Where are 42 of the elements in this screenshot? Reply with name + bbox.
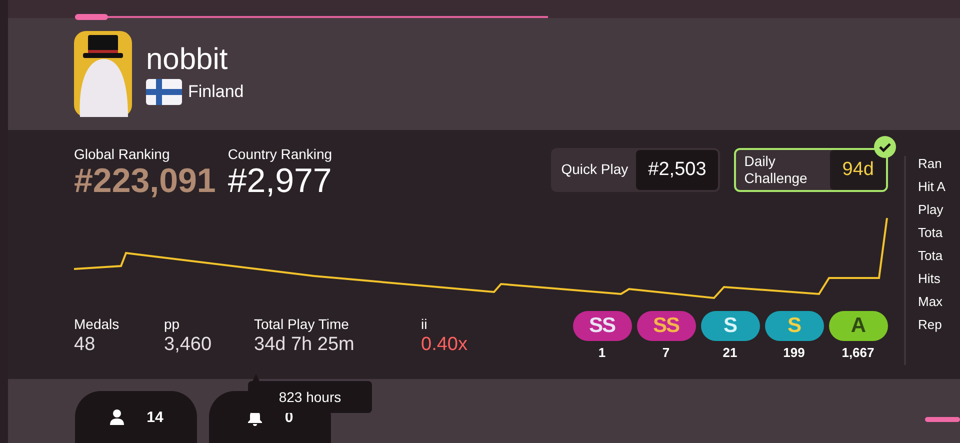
stat-label: Tota bbox=[918, 248, 944, 263]
stat-value: 0.40x bbox=[421, 334, 468, 356]
stat-value: 3,460 bbox=[164, 334, 213, 356]
grade-count: 7 bbox=[662, 344, 670, 360]
person-icon bbox=[108, 409, 125, 425]
tooltip: 823 hours bbox=[248, 381, 372, 413]
stat-label: Hit A bbox=[918, 178, 946, 194]
stat-value: 34d 7h 25m bbox=[254, 334, 356, 356]
flag-icon bbox=[146, 78, 182, 105]
stat-label: Hits bbox=[918, 270, 942, 286]
mode-label: Daily Challenge bbox=[743, 152, 808, 188]
tab-indicator bbox=[75, 14, 108, 20]
stat-label: Medals bbox=[74, 316, 120, 332]
grade-badge: S bbox=[700, 310, 760, 341]
grade-badge: SS bbox=[572, 310, 632, 341]
stat-label: Rep bbox=[918, 316, 943, 332]
tab-indicator bbox=[925, 417, 960, 422]
stat-label: Max bbox=[918, 294, 944, 309]
stat-label: pp bbox=[164, 316, 181, 332]
grade-badge: SS bbox=[636, 310, 696, 341]
grade-count: 1,667 bbox=[842, 344, 874, 360]
grade-count: 1 bbox=[598, 344, 606, 360]
mode-label: Quick Play bbox=[560, 160, 630, 180]
ranking-value: #2,977 bbox=[228, 162, 332, 200]
stat-label: Tota bbox=[918, 224, 944, 240]
friends-button[interactable]: 14 bbox=[75, 391, 197, 443]
grade-count: 21 bbox=[722, 344, 738, 360]
stat-label: Total Play Time bbox=[254, 316, 350, 332]
country-name: Finland bbox=[188, 82, 244, 102]
stat-label: Ran bbox=[918, 156, 943, 171]
ranking-value: #223,091 bbox=[74, 162, 216, 200]
stat-label: Play bbox=[918, 202, 944, 217]
grade-count: 199 bbox=[783, 344, 805, 360]
stat-value: 48 bbox=[74, 334, 96, 356]
username: nobbit bbox=[146, 42, 229, 77]
ranking-label: Country Ranking bbox=[228, 146, 332, 162]
ranking-label: Global Ranking bbox=[74, 146, 171, 162]
stat-label: ii bbox=[421, 316, 428, 332]
grade-badge: A bbox=[828, 310, 888, 341]
mode-rank-value: #2,503 bbox=[636, 150, 718, 190]
mode-rank-value: 94d bbox=[830, 150, 886, 190]
grade-badge: S bbox=[764, 310, 824, 341]
